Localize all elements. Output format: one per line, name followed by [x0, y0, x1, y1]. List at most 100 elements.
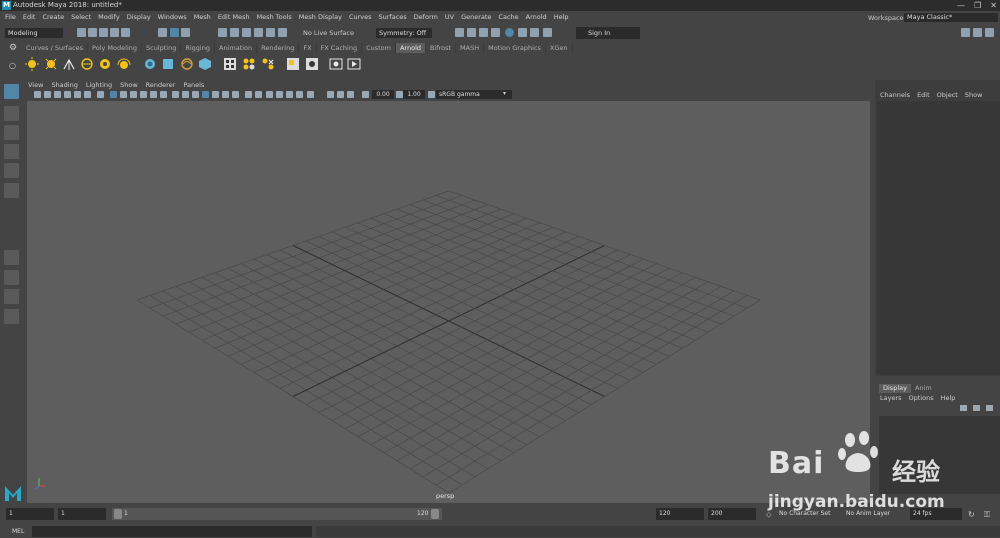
maximize-icon[interactable]: ❐	[974, 1, 981, 10]
channel-menu-channels[interactable]: Channels	[880, 91, 910, 99]
sign-in-button[interactable]: Sign In	[576, 27, 640, 39]
modeling-toolkit-icon[interactable]	[961, 28, 970, 37]
use-all-lights-icon[interactable]	[222, 91, 229, 98]
panel-menu-show[interactable]: Show	[120, 81, 138, 89]
wireframe-on-shaded-icon[interactable]	[202, 91, 209, 98]
redo-icon[interactable]	[121, 28, 130, 37]
grid-toggle-icon[interactable]	[97, 91, 104, 98]
flush-cache-icon[interactable]	[261, 57, 275, 71]
layer-menu-layers[interactable]: Layers	[880, 394, 902, 402]
exposure-field[interactable]: 0.00	[372, 90, 394, 99]
shelf-options-gear-icon[interactable]: ⚙	[9, 43, 17, 53]
move-layer-down-icon[interactable]	[973, 405, 980, 411]
area-light-icon[interactable]	[25, 57, 39, 71]
select-tool-icon[interactable]	[4, 84, 19, 99]
menu-help[interactable]: Help	[554, 13, 569, 21]
menu-mesh-display[interactable]: Mesh Display	[299, 13, 342, 21]
view-transform-select[interactable]: sRGB gamma	[436, 90, 512, 99]
color-management-icon[interactable]	[428, 91, 435, 98]
skydome-light-icon[interactable]	[62, 57, 76, 71]
menu-cache[interactable]: Cache	[498, 13, 518, 21]
panel-menu-renderer[interactable]: Renderer	[146, 81, 176, 89]
shelf-tab-motion-graphics[interactable]: Motion Graphics	[484, 43, 546, 53]
smooth-shade-icon[interactable]	[182, 91, 189, 98]
snap-grid-icon[interactable]	[218, 28, 227, 37]
render-view-icon[interactable]	[455, 28, 464, 37]
safe-action-icon[interactable]	[150, 91, 157, 98]
menu-mesh[interactable]: Mesh	[194, 13, 211, 21]
script-language-label[interactable]: MEL	[12, 528, 24, 535]
mesh-light-icon[interactable]	[44, 57, 58, 71]
outliner-icon[interactable]	[4, 309, 19, 324]
workspace-select[interactable]: Maya Classic*	[904, 13, 998, 22]
undo-icon[interactable]	[110, 28, 119, 37]
move-layer-up-icon[interactable]	[960, 405, 967, 411]
menu-edit[interactable]: Edit	[23, 13, 36, 21]
isolate-select-icon[interactable]	[286, 91, 293, 98]
film-gate-icon[interactable]	[110, 91, 117, 98]
multisample-aa-icon[interactable]	[266, 91, 273, 98]
menu-create[interactable]: Create	[42, 13, 64, 21]
light-manager-icon[interactable]	[305, 57, 319, 71]
select-hierarchy-icon[interactable]	[158, 28, 167, 37]
resolution-gate-icon[interactable]	[120, 91, 127, 98]
menu-surfaces[interactable]: Surfaces	[379, 13, 407, 21]
persp-outliner-layout-icon[interactable]	[4, 289, 19, 304]
playback-end-field[interactable]: 120	[656, 508, 704, 520]
start-time-field[interactable]: 1	[6, 508, 54, 520]
shelf-tab-mash[interactable]: MASH	[456, 43, 485, 53]
shelf-tab-xgen[interactable]: XGen	[546, 43, 573, 53]
stand-in-icon[interactable]	[198, 57, 212, 71]
shelf-tab-curves-surfaces[interactable]: Curves / Surfaces	[22, 43, 89, 53]
menu-mesh-tools[interactable]: Mesh Tools	[257, 13, 292, 21]
menu-generate[interactable]: Generate	[461, 13, 491, 21]
shelf-tab-custom[interactable]: Custom	[362, 43, 396, 53]
field-chart-icon[interactable]	[140, 91, 147, 98]
render-settings-icon[interactable]	[491, 28, 500, 37]
playback-start-field[interactable]: 1	[58, 508, 106, 520]
snap-surface-icon[interactable]	[266, 28, 275, 37]
scale-tool-icon[interactable]	[4, 183, 19, 198]
grease-pencil-icon[interactable]	[84, 91, 91, 98]
export-stand-in-icon[interactable]	[242, 57, 256, 71]
channel-menu-object[interactable]: Object	[937, 91, 958, 99]
layer-tab-display[interactable]: Display	[879, 384, 911, 393]
symmetry-select[interactable]: Symmetry: Off	[376, 28, 432, 38]
wireframe-icon[interactable]	[172, 91, 179, 98]
select-camera-icon[interactable]	[34, 91, 41, 98]
lasso-tool-icon[interactable]	[4, 106, 19, 121]
menu-modify[interactable]: Modify	[98, 13, 120, 21]
light-portal-icon[interactable]	[98, 57, 112, 71]
menu-windows[interactable]: Windows	[158, 13, 187, 21]
snap-curve-icon[interactable]	[230, 28, 239, 37]
render-sequence-icon[interactable]	[347, 57, 361, 71]
chevron-down-icon[interactable]: ▾	[503, 90, 506, 97]
shadows-icon[interactable]	[232, 91, 239, 98]
shelf-tab-bifrost[interactable]: Bifrost	[426, 43, 457, 53]
single-perspective-layout-icon[interactable]	[4, 250, 19, 265]
image-plane-icon[interactable]	[64, 91, 71, 98]
hypershade-icon[interactable]	[505, 28, 514, 37]
use-default-material-icon[interactable]	[192, 91, 199, 98]
range-start-handle[interactable]	[114, 509, 122, 519]
menu-set-select[interactable]: Modeling	[5, 28, 63, 38]
menu-arnold[interactable]: Arnold	[526, 13, 547, 21]
ambient-occlusion-icon[interactable]	[245, 91, 252, 98]
snap-point-icon[interactable]	[242, 28, 251, 37]
paint-select-tool-icon[interactable]	[4, 125, 19, 140]
physical-sky-icon[interactable]	[117, 57, 131, 71]
ipr-render-icon[interactable]	[479, 28, 488, 37]
menu-edit-mesh[interactable]: Edit Mesh	[218, 13, 250, 21]
standard-surface-icon[interactable]	[143, 57, 157, 71]
snap-view-plane-icon[interactable]	[254, 28, 263, 37]
motion-blur-icon[interactable]	[255, 91, 262, 98]
xray-joints-icon[interactable]	[307, 91, 314, 98]
safe-title-icon[interactable]	[160, 91, 167, 98]
layer-menu-help[interactable]: Help	[941, 394, 956, 402]
shelf-tab-sculpting[interactable]: Sculpting	[142, 43, 182, 53]
shelf-tab-fx[interactable]: FX	[299, 43, 317, 53]
pause-viewport-icon[interactable]	[543, 28, 552, 37]
panel-menu-panels[interactable]: Panels	[183, 81, 204, 89]
new-scene-icon[interactable]	[77, 28, 86, 37]
render-frame-icon[interactable]	[467, 28, 476, 37]
